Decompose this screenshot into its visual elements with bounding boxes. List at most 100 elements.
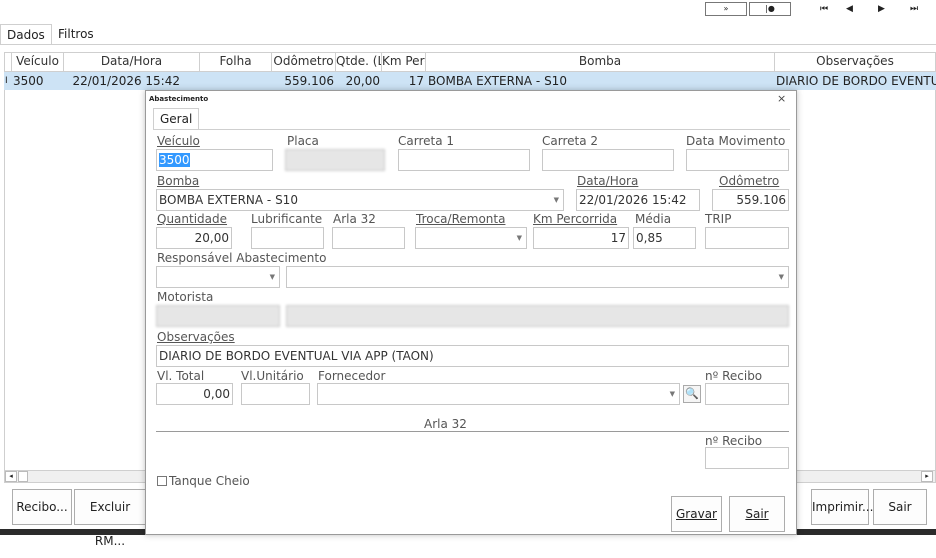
scroll-right-arrow[interactable]: ▸ — [921, 471, 933, 482]
tanque-cheio-label: Tanque Cheio — [169, 474, 250, 488]
last-record-icon[interactable]: ⏭ — [910, 3, 918, 15]
column-header-observacoes[interactable]: Observações — [775, 52, 936, 72]
arla-section-title: Arla 32 — [424, 417, 467, 431]
observacoes-label: Observações — [157, 330, 235, 344]
column-header-qtde[interactable]: Qtde. (Lts) — [336, 52, 382, 72]
responsavel-label: Responsável Abastecimento — [157, 251, 327, 265]
lubrificante-label: Lubrificante — [251, 212, 323, 226]
excluir-rm-button[interactable]: Excluir RM... — [74, 489, 146, 548]
tab-geral-divider — [153, 129, 790, 130]
tab-divider — [0, 44, 936, 45]
motorista-code-field[interactable] — [156, 305, 280, 327]
previous-record-icon[interactable]: ◀ — [846, 3, 853, 15]
cell-qtde[interactable]: 20,00 — [336, 72, 380, 90]
arla-divider — [156, 431, 789, 432]
tab-dados[interactable]: Dados — [0, 24, 52, 44]
carreta2-label: Carreta 2 — [542, 134, 599, 148]
chevron-down-icon: ▼ — [553, 196, 559, 204]
vl-total-field[interactable]: 0,00 — [156, 383, 233, 405]
arla-label: Arla 32 — [333, 212, 376, 226]
vl-unitario-field[interactable] — [241, 383, 310, 405]
chevron-down-icon: ▼ — [269, 273, 275, 281]
close-icon[interactable]: × — [777, 92, 786, 105]
quantidade-label: Quantidade — [157, 212, 228, 226]
carreta1-label: Carreta 1 — [398, 134, 455, 148]
placa-field[interactable] — [285, 149, 385, 171]
odometro-label: Odômetro — [719, 174, 780, 188]
scroll-left-arrow[interactable]: ◂ — [5, 471, 17, 482]
placa-label: Placa — [287, 134, 319, 148]
odometro-field[interactable]: 559.106 — [712, 189, 789, 211]
column-header-folha[interactable]: Folha — [200, 52, 272, 72]
grid-indicator-header — [4, 52, 12, 72]
sair-dialog-button[interactable]: Sair — [729, 496, 785, 532]
gravar-button[interactable]: Gravar — [671, 496, 722, 532]
recibo-label: nº Recibo — [705, 369, 763, 383]
media-field[interactable]: 0,85 — [633, 227, 696, 249]
veiculo-field[interactable]: 3500 — [156, 149, 273, 171]
sair-main-button[interactable]: Sair — [873, 489, 927, 525]
imprimir-button[interactable]: Imprimir... — [811, 489, 873, 525]
fornecedor-select[interactable]: ▼ — [317, 383, 680, 405]
data-movimento-label: Data Movimento — [686, 134, 786, 148]
km-percorrida-field[interactable]: 17 — [533, 227, 629, 249]
carreta2-field[interactable] — [542, 149, 674, 171]
quantidade-field[interactable]: 20,00 — [156, 227, 232, 249]
navigator-button-2[interactable]: |● — [749, 2, 791, 16]
next-record-icon[interactable]: ▶ — [878, 3, 885, 15]
column-header-km-perc[interactable]: Km Perc — [382, 52, 426, 72]
recibo-field[interactable] — [705, 383, 789, 405]
trip-label: TRIP — [705, 212, 732, 226]
arla-field[interactable] — [332, 227, 405, 249]
chevron-down-icon: ▼ — [516, 234, 522, 242]
cell-observacoes[interactable]: DIARIO DE BORDO EVENTU — [776, 72, 936, 90]
first-record-icon[interactable]: ⏮ — [820, 3, 828, 15]
tanque-cheio-checkbox[interactable] — [157, 476, 167, 486]
cell-data-hora[interactable]: 22/01/2026 15:42 — [64, 72, 180, 90]
carreta1-field[interactable] — [398, 149, 530, 171]
cell-km-perc[interactable]: 17 — [382, 72, 424, 90]
km-percorrida-label: Km Percorrida — [533, 212, 618, 226]
recibo-arla-label: nº Recibo — [705, 434, 763, 448]
bomba-label: Bomba — [157, 174, 200, 188]
observacoes-field[interactable]: DIARIO DE BORDO EVENTUAL VIA APP (TAON) — [156, 345, 789, 367]
motorista-label: Motorista — [157, 290, 214, 304]
cell-odometro[interactable]: 559.106 — [272, 72, 334, 90]
column-header-bomba[interactable]: Bomba — [426, 52, 775, 72]
chevron-down-icon: ▼ — [669, 390, 675, 398]
troca-remonta-select[interactable]: ▼ — [415, 227, 527, 249]
troca-remonta-label: Troca/Remonta — [416, 212, 506, 226]
dialog-title: Abastecimento — [149, 95, 209, 103]
motorista-name-field[interactable] — [286, 305, 789, 327]
bomba-value: BOMBA EXTERNA - S10 — [159, 193, 298, 207]
chevron-down-icon: ▼ — [778, 273, 784, 281]
cell-folha[interactable] — [200, 72, 272, 90]
responsavel-name-select[interactable]: ▼ — [286, 266, 789, 288]
scroll-thumb[interactable] — [18, 471, 28, 482]
tab-geral[interactable]: Geral — [153, 108, 199, 129]
search-icon[interactable]: 🔍 — [683, 385, 701, 403]
media-label: Média — [635, 212, 672, 226]
column-header-data-hora[interactable]: Data/Hora — [64, 52, 200, 72]
recibo-button[interactable]: Recibo... — [12, 489, 72, 525]
vl-total-label: Vl. Total — [157, 369, 205, 383]
row-indicator: I — [5, 76, 8, 86]
data-movimento-field[interactable] — [686, 149, 789, 171]
trip-field[interactable] — [705, 227, 789, 249]
navigator-button-1[interactable]: » — [705, 2, 747, 16]
recibo-arla-field[interactable] — [705, 447, 789, 469]
bomba-select[interactable]: BOMBA EXTERNA - S10 ▼ — [156, 189, 564, 211]
vl-unitario-label: Vl.Unitário — [241, 369, 304, 383]
veiculo-label: Veículo — [157, 134, 200, 148]
column-header-odometro[interactable]: Odômetro — [272, 52, 336, 72]
veiculo-value: 3500 — [159, 153, 190, 167]
fornecedor-label: Fornecedor — [318, 369, 386, 383]
lubrificante-field[interactable] — [251, 227, 324, 249]
data-hora-label: Data/Hora — [577, 174, 639, 188]
cell-bomba[interactable]: BOMBA EXTERNA - S10 — [428, 72, 773, 90]
cell-veiculo[interactable]: 3500 — [13, 72, 63, 90]
tab-filtros[interactable]: Filtros — [52, 24, 100, 44]
data-hora-field[interactable]: 22/01/2026 15:42 — [576, 189, 700, 211]
column-header-veiculo[interactable]: Veículo — [12, 52, 64, 72]
responsavel-code-select[interactable]: ▼ — [156, 266, 280, 288]
